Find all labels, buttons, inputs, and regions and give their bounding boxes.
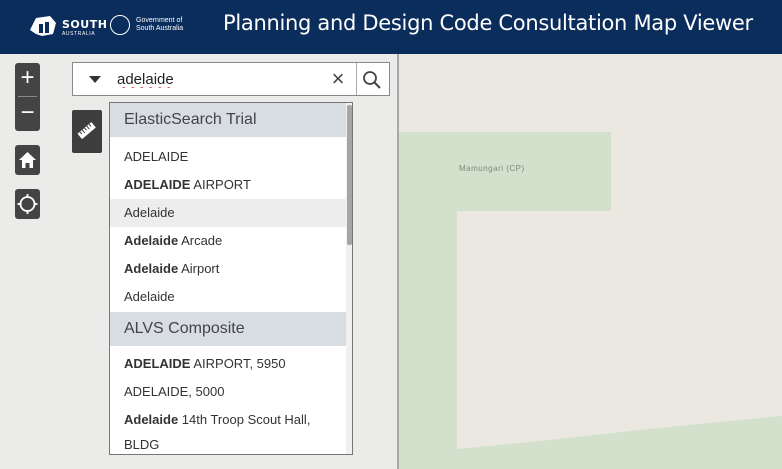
map-view[interactable]: Mamungari (CP)	[399, 54, 782, 469]
result-rest: Arcade	[178, 233, 223, 248]
clear-search-button[interactable]: ×	[327, 67, 349, 91]
result-rest: ADELAIDE, 5000	[124, 384, 225, 399]
zoom-out-button[interactable]: −	[15, 98, 40, 131]
result-group-header: ElasticSearch Trial	[110, 103, 347, 137]
result-rest: 14th Troop Scout Hall,	[178, 412, 311, 427]
gov-line2: South Australia	[136, 25, 184, 32]
zoom-separator	[18, 96, 37, 97]
result-item[interactable]: Adelaide 14th Troop Scout Hall,	[110, 406, 347, 434]
home-button[interactable]	[15, 145, 40, 175]
result-match: Adelaide	[124, 233, 179, 248]
result-match: ADELAIDE	[124, 356, 191, 371]
result-item[interactable]: ADELAIDE, 5000	[110, 378, 347, 406]
search-input[interactable]	[117, 69, 317, 89]
result-rest: Airport	[178, 261, 220, 276]
result-rest: ADELAIDE	[124, 149, 189, 164]
result-rest: AIRPORT	[190, 177, 251, 192]
government-logo: Government of South Australia	[110, 15, 210, 41]
result-item[interactable]: Adelaide	[110, 283, 347, 311]
results-scrollbar[interactable]	[346, 103, 352, 454]
result-item[interactable]: Adelaide Airport	[110, 255, 347, 283]
result-rest: BLDG	[124, 437, 160, 452]
result-group-header: ALVS Composite	[110, 312, 347, 346]
result-rest: Adelaide	[124, 289, 175, 304]
government-logo-text: Government of South Australia	[136, 17, 183, 33]
search-button[interactable]	[361, 69, 383, 91]
gov-line1: Government of	[136, 17, 183, 24]
result-match: ADELAIDE	[124, 177, 191, 192]
result-item[interactable]: Adelaide Arcade	[110, 227, 347, 255]
home-icon	[19, 152, 36, 168]
measure-button[interactable]	[72, 110, 102, 153]
map-canvas	[399, 132, 782, 469]
result-item[interactable]: ADELAIDE AIRPORT, 5950	[110, 350, 347, 378]
page-title: Planning and Design Code Consultation Ma…	[223, 11, 753, 35]
search-icon	[363, 71, 381, 89]
map-label: Mamungari (CP)	[459, 164, 525, 173]
result-match: Adelaide	[124, 412, 179, 427]
ruler-icon	[77, 122, 96, 140]
result-item[interactable]: ADELAIDE	[110, 143, 347, 171]
result-item-highlighted[interactable]: Adelaide	[110, 199, 347, 227]
app-header: SOUTH AUSTRALIA Government of South Aust…	[0, 0, 782, 54]
zoom-in-button[interactable]: +	[15, 63, 40, 96]
result-item[interactable]: BLDG	[110, 431, 347, 454]
logo-text: SOUTH	[62, 18, 108, 31]
conservation-park-area	[399, 132, 611, 469]
locate-button[interactable]	[15, 189, 40, 219]
search-separator	[356, 63, 357, 95]
result-rest: Adelaide	[124, 205, 175, 220]
search-box: ×	[72, 62, 390, 96]
south-australia-logo: SOUTH AUSTRALIA	[28, 12, 107, 40]
results-scrollbar-thumb[interactable]	[347, 105, 352, 245]
government-seal-icon	[110, 15, 130, 35]
result-item[interactable]: ADELAIDE AIRPORT	[110, 171, 347, 199]
result-rest: AIRPORT, 5950	[190, 356, 286, 371]
logo-subtext: AUSTRALIA	[62, 31, 96, 37]
search-results-dropdown: ElasticSearch Trial ADELAIDE ADELAIDE AI…	[109, 102, 353, 455]
search-source-dropdown-icon[interactable]	[89, 76, 101, 83]
zoom-control: + −	[15, 63, 40, 131]
result-match: Adelaide	[124, 261, 179, 276]
sa-logo-mark-icon	[30, 16, 56, 36]
crosshair-icon	[17, 194, 38, 214]
